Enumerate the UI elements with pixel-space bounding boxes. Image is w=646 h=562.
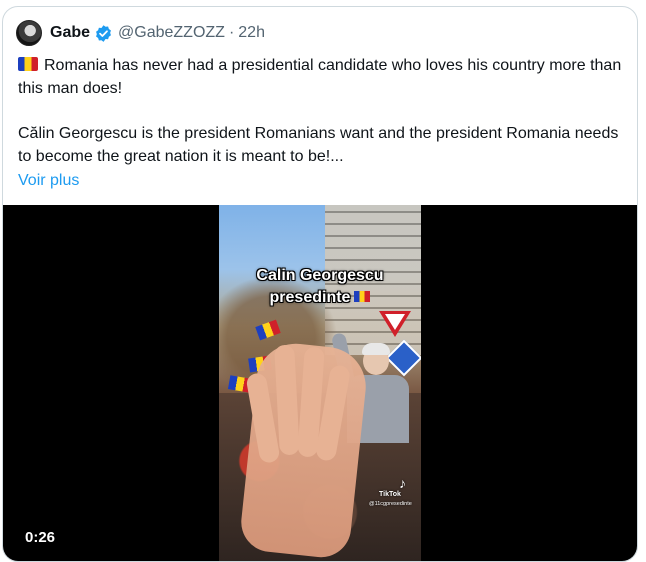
timestamp[interactable]: 22h bbox=[238, 24, 265, 42]
tiktok-icon: ♪ bbox=[399, 475, 406, 491]
tweet-header: Gabe @GabeZZOZZ · 22h bbox=[16, 19, 265, 47]
tweet-text: Romania has never had a presidential can… bbox=[18, 55, 624, 193]
tweet-line-1: Romania has never had a presidential can… bbox=[18, 55, 624, 100]
avatar[interactable] bbox=[16, 20, 42, 46]
tweet-line-2: Călin Georgescu is the president Romania… bbox=[18, 125, 619, 165]
video-frame[interactable]: Calin Georgescu presedinte ♪ TikTok @11c… bbox=[219, 205, 421, 561]
tiktok-watermark: TikTok bbox=[379, 491, 401, 498]
tweet-card[interactable]: Gabe @GabeZZOZZ · 22h Romania has never … bbox=[2, 6, 638, 562]
video-caption-line-1: Calin Georgescu bbox=[256, 267, 384, 284]
video-caption-line-2: presedinte bbox=[219, 287, 421, 308]
romania-flag-icon bbox=[18, 57, 38, 71]
tweet-text-1: Romania has never had a presidential can… bbox=[18, 57, 622, 97]
see-more-link[interactable]: Voir plus bbox=[18, 170, 624, 193]
romania-flag-icon bbox=[354, 291, 371, 302]
video-caption-text: presedinte bbox=[269, 289, 351, 306]
author-handle[interactable]: @GabeZZOZZ bbox=[118, 24, 225, 42]
separator-dot: · bbox=[228, 24, 235, 41]
video-duration: 0:26 bbox=[25, 529, 56, 546]
video-player[interactable]: Calin Georgescu presedinte ♪ TikTok @11c… bbox=[3, 205, 637, 561]
author-name[interactable]: Gabe bbox=[50, 24, 90, 42]
verified-badge-icon bbox=[96, 24, 111, 42]
yield-sign bbox=[379, 311, 411, 337]
tiktok-username: @11cgpresedinte bbox=[369, 501, 412, 507]
